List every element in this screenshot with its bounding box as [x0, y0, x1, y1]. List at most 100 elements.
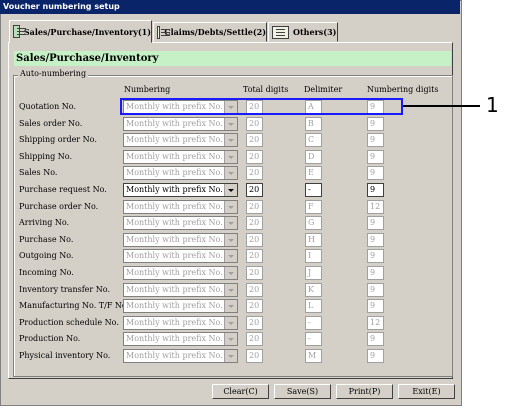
chevron-down-icon[interactable] [224, 267, 237, 279]
callout-leader-line [403, 105, 480, 107]
total-digits-field[interactable]: 20 [246, 249, 263, 263]
numbering-digits-field[interactable]: 9 [367, 332, 384, 346]
delimiter-field[interactable]: J [305, 266, 322, 280]
chevron-down-icon[interactable] [224, 284, 237, 296]
numbering-digits-field[interactable]: 9 [367, 233, 384, 247]
delimiter-field[interactable]: B [305, 117, 322, 131]
numbering-digits-field[interactable]: 9 [367, 299, 384, 313]
numbering-digits-field[interactable]: 12 [367, 200, 384, 214]
chevron-down-icon[interactable] [224, 167, 237, 179]
row-label: Shipping No. [19, 152, 73, 161]
total-digits-field[interactable]: 20 [246, 166, 263, 180]
numbering-select[interactable]: Monthly with prefix No. [123, 316, 238, 330]
delimiter-field[interactable]: F [305, 200, 322, 214]
numbering-select[interactable]: Monthly with prefix No. [123, 332, 238, 346]
numbering-digits-field[interactable]: 9 [367, 117, 384, 131]
chevron-down-icon[interactable] [224, 134, 237, 146]
numbering-select[interactable]: Monthly with prefix No. [123, 266, 238, 280]
total-digits-field[interactable]: 20 [246, 200, 263, 214]
chevron-down-icon[interactable] [224, 234, 237, 246]
numbering-digits-field[interactable]: 9 [367, 183, 384, 197]
numbering-select[interactable]: Monthly with prefix No. [123, 133, 238, 147]
numbering-value: Monthly with prefix No. [126, 119, 223, 128]
total-digits-field[interactable]: 20 [246, 183, 263, 197]
delimiter-field[interactable]: - [305, 183, 322, 197]
delimiter-field[interactable]: - [305, 316, 322, 330]
chevron-down-icon[interactable] [224, 151, 237, 163]
row-label: Purchase No. [19, 235, 74, 244]
book-icon [13, 25, 26, 38]
row-label: Physical inventory No. [19, 351, 111, 360]
delimiter-field[interactable]: - [305, 332, 322, 346]
numbering-digits-field[interactable]: 9 [367, 249, 384, 263]
numbering-value: Monthly with prefix No. [126, 268, 223, 277]
row-label: Purchase order No. [19, 202, 99, 211]
numbering-value: Monthly with prefix No. [126, 218, 223, 227]
numbering-select[interactable]: Monthly with prefix No. [123, 249, 238, 263]
column-header-numbering: Numbering [124, 85, 171, 94]
delimiter-field[interactable]: M [305, 349, 322, 363]
total-digits-field[interactable]: 20 [246, 299, 263, 313]
chevron-down-icon[interactable] [224, 250, 237, 262]
tab-claims-debts-settle[interactable]: Claims/Debts/Settle(2) [153, 22, 267, 42]
numbering-select[interactable]: Monthly with prefix No. [123, 166, 238, 180]
delimiter-field[interactable]: D [305, 150, 322, 164]
total-digits-field[interactable]: 20 [246, 316, 263, 330]
save-button[interactable]: Save(S) [274, 384, 331, 399]
delimiter-field[interactable]: G [305, 216, 322, 230]
callout-highlight-box [120, 98, 403, 115]
numbering-select[interactable]: Monthly with prefix No. [123, 349, 238, 363]
total-digits-field[interactable]: 20 [246, 332, 263, 346]
numbering-digits-field[interactable]: 9 [367, 349, 384, 363]
column-header-total-digits: Total digits [243, 85, 289, 94]
print-button[interactable]: Print(P) [336, 384, 393, 399]
total-digits-field[interactable]: 20 [246, 216, 263, 230]
chevron-down-icon[interactable] [224, 300, 237, 312]
numbering-digits-field[interactable]: 9 [367, 133, 384, 147]
numbering-select[interactable]: Monthly with prefix No. [123, 117, 238, 131]
tab-others[interactable]: Others(3) [268, 22, 338, 42]
chevron-down-icon[interactable] [224, 217, 237, 229]
numbering-select[interactable]: Monthly with prefix No. [123, 183, 238, 197]
total-digits-field[interactable]: 20 [246, 117, 263, 131]
chevron-down-icon[interactable] [224, 317, 237, 329]
total-digits-field[interactable]: 20 [246, 266, 263, 280]
chevron-down-icon[interactable] [224, 201, 237, 213]
numbering-digits-field[interactable]: 9 [367, 283, 384, 297]
total-digits-field[interactable]: 20 [246, 133, 263, 147]
numbering-select[interactable]: Monthly with prefix No. [123, 200, 238, 214]
delimiter-field[interactable]: I [305, 249, 322, 263]
delimiter-field[interactable]: E [305, 166, 322, 180]
ledger-icon [157, 25, 171, 39]
row-label: Purchase request No. [19, 185, 107, 194]
tab-sales-purchase-inventory[interactable]: Sales/Purchase/Inventory(1) [9, 20, 152, 43]
chevron-down-icon[interactable] [224, 118, 237, 130]
numbering-value: Monthly with prefix No. [126, 251, 223, 260]
delimiter-field[interactable]: C [305, 133, 322, 147]
numbering-select[interactable]: Monthly with prefix No. [123, 150, 238, 164]
numbering-select[interactable]: Monthly with prefix No. [123, 299, 238, 313]
total-digits-field[interactable]: 20 [246, 349, 263, 363]
numbering-select[interactable]: Monthly with prefix No. [123, 283, 238, 297]
clear-button[interactable]: Clear(C) [212, 384, 269, 399]
total-digits-field[interactable]: 20 [246, 150, 263, 164]
delimiter-field[interactable]: K [305, 283, 322, 297]
chevron-down-icon[interactable] [224, 333, 237, 345]
total-digits-field[interactable]: 20 [246, 233, 263, 247]
numbering-digits-field[interactable]: 9 [367, 216, 384, 230]
column-header-numbering-digits: Numbering digits [367, 85, 439, 94]
numbering-digits-field[interactable]: 12 [367, 316, 384, 330]
numbering-digits-field[interactable]: 9 [367, 166, 384, 180]
numbering-select[interactable]: Monthly with prefix No. [123, 233, 238, 247]
chevron-down-icon[interactable] [224, 350, 237, 362]
total-digits-field[interactable]: 20 [246, 283, 263, 297]
delimiter-field[interactable]: L [305, 299, 322, 313]
chevron-down-icon[interactable] [224, 184, 237, 196]
numbering-select[interactable]: Monthly with prefix No. [123, 216, 238, 230]
delimiter-field[interactable]: H [305, 233, 322, 247]
numbering-digits-field[interactable]: 9 [367, 266, 384, 280]
row-label: Outgoing No. [19, 251, 74, 260]
exit-button[interactable]: Exit(E) [398, 384, 455, 399]
numbering-digits-field[interactable]: 9 [367, 150, 384, 164]
numbering-value: Monthly with prefix No. [126, 152, 223, 161]
